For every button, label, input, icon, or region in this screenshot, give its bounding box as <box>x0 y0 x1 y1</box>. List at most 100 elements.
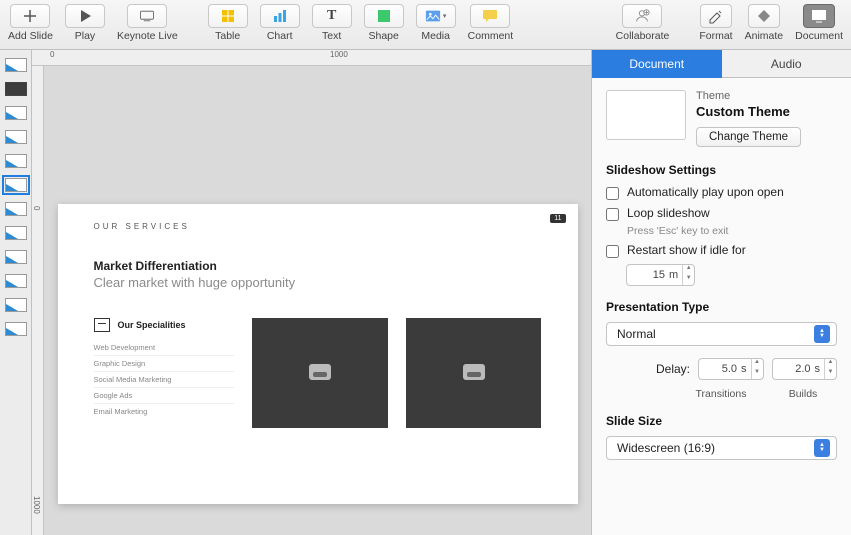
tab-document[interactable]: Document <box>592 50 722 78</box>
theme-label: Theme <box>696 90 801 102</box>
image-placeholder[interactable] <box>252 318 388 428</box>
auto-play-checkbox[interactable] <box>606 187 619 200</box>
slide[interactable]: OUR SERVICES 11 Market Differentiation C… <box>58 204 578 504</box>
animate-button[interactable]: Animate <box>745 4 784 42</box>
play-button[interactable]: Play <box>65 4 105 42</box>
slide-thumb[interactable] <box>5 130 27 144</box>
list-item: Web Development <box>94 340 234 355</box>
keynote-live-label: Keynote Live <box>117 30 178 42</box>
shape-button[interactable]: Shape <box>364 4 404 42</box>
image-icon <box>463 364 485 380</box>
specialities-heading: Our Specialities <box>118 320 186 330</box>
image-placeholder[interactable] <box>406 318 542 428</box>
idle-time-input[interactable] <box>627 269 669 281</box>
image-icon <box>309 364 331 380</box>
list-item: Graphic Design <box>94 355 234 371</box>
add-slide-button[interactable]: Add Slide <box>8 4 53 42</box>
media-label: Media <box>421 30 450 42</box>
slide-thumb-selected[interactable] <box>5 178 27 192</box>
tab-audio[interactable]: Audio <box>722 50 851 78</box>
format-button[interactable]: Format <box>699 4 732 42</box>
slide-thumb[interactable] <box>5 202 27 216</box>
text-button[interactable]: T Text <box>312 4 352 42</box>
builds-caption: Builds <box>789 388 818 400</box>
table-button[interactable]: Table <box>208 4 248 42</box>
presentation-type-value: Normal <box>617 327 656 341</box>
shape-label: Shape <box>368 30 398 42</box>
auto-play-label: Automatically play upon open <box>627 185 784 199</box>
list-item: Email Marketing <box>94 403 234 419</box>
comment-label: Comment <box>468 30 514 42</box>
comment-button[interactable]: Comment <box>468 4 514 42</box>
theme-name: Custom Theme <box>696 104 801 119</box>
document-label: Document <box>795 30 843 42</box>
slide-subtitle: Clear market with huge opportunity <box>94 275 542 290</box>
slide-eyebrow: OUR SERVICES <box>94 222 542 231</box>
idle-time-stepper[interactable]: m ▲▼ <box>626 264 695 286</box>
keynote-live-button[interactable]: Keynote Live <box>117 4 178 42</box>
format-label: Format <box>699 30 732 42</box>
slide-thumb[interactable] <box>5 274 27 288</box>
text-label: Text <box>322 30 341 42</box>
loop-checkbox-row[interactable]: Loop slideshow <box>606 206 837 221</box>
chart-label: Chart <box>267 30 293 42</box>
restart-idle-checkbox-row[interactable]: Restart show if idle for <box>606 243 837 258</box>
slide-size-value: Widescreen (16:9) <box>617 441 715 455</box>
presentation-type-select[interactable]: Normal ▲▼ <box>606 322 837 346</box>
slide-thumb[interactable] <box>5 226 27 240</box>
slideshow-settings-heading: Slideshow Settings <box>606 163 837 177</box>
slide-thumb[interactable] <box>5 250 27 264</box>
transitions-caption: Transitions <box>696 388 747 400</box>
dropdown-arrows-icon: ▲▼ <box>814 439 830 457</box>
slide-size-select[interactable]: Widescreen (16:9) ▲▼ <box>606 436 837 460</box>
slide-title: Market Differentiation <box>94 259 542 273</box>
ruler-vertical: 0 1000 <box>32 66 44 535</box>
inspector: Document Audio Theme Custom Theme Change… <box>591 50 851 535</box>
transitions-delay-input[interactable] <box>699 363 741 375</box>
specialities-list: Web Development Graphic Design Social Me… <box>94 340 234 419</box>
table-label: Table <box>215 30 240 42</box>
ruler-tick: 1000 <box>32 496 40 514</box>
presentation-type-heading: Presentation Type <box>606 300 837 314</box>
transitions-delay-stepper[interactable]: s ▲▼ <box>698 358 764 380</box>
builds-delay-input[interactable] <box>773 363 815 375</box>
list-item: Social Media Marketing <box>94 371 234 387</box>
stepper-arrows-icon[interactable]: ▲▼ <box>751 359 763 379</box>
ruler-tick: 0 <box>32 206 41 210</box>
slide-size-heading: Slide Size <box>606 414 837 428</box>
list-item: Google Ads <box>94 387 234 403</box>
document-button[interactable]: Document <box>795 4 843 42</box>
delay-label: Delay: <box>656 362 690 376</box>
media-button[interactable]: ▾ Media <box>416 4 456 42</box>
slide-thumb[interactable] <box>5 322 27 336</box>
slide-thumb[interactable] <box>5 106 27 120</box>
restart-idle-checkbox[interactable] <box>606 245 619 258</box>
stepper-arrows-icon[interactable]: ▲▼ <box>682 265 694 285</box>
animate-label: Animate <box>745 30 784 42</box>
unit-label: s <box>741 363 751 375</box>
collaborate-label: Collaborate <box>616 30 670 42</box>
toolbar: Add Slide Play Keynote Live Table Chart … <box>0 0 851 50</box>
loop-hint: Press 'Esc' key to exit <box>627 225 837 237</box>
restart-idle-label: Restart show if idle for <box>627 243 746 257</box>
stage[interactable]: OUR SERVICES 11 Market Differentiation C… <box>44 66 591 535</box>
chart-button[interactable]: Chart <box>260 4 300 42</box>
unit-label: s <box>815 363 825 375</box>
slide-thumb[interactable] <box>5 82 27 96</box>
builds-delay-stepper[interactable]: s ▲▼ <box>772 358 838 380</box>
ruler-horizontal: 0 1000 <box>32 50 591 66</box>
change-theme-button[interactable]: Change Theme <box>696 127 801 147</box>
collaborate-button[interactable]: Collaborate <box>616 4 670 42</box>
slide-thumb[interactable] <box>5 298 27 312</box>
ruler-tick: 1000 <box>330 50 348 59</box>
slide-navigator[interactable] <box>0 50 32 535</box>
slide-number-badge: 11 <box>550 214 565 223</box>
slide-thumb[interactable] <box>5 154 27 168</box>
loop-checkbox[interactable] <box>606 208 619 221</box>
slide-thumb[interactable] <box>5 58 27 72</box>
loop-label: Loop slideshow <box>627 206 710 220</box>
auto-play-checkbox-row[interactable]: Automatically play upon open <box>606 185 837 200</box>
idle-time-unit: m <box>669 269 682 281</box>
canvas[interactable]: 0 1000 0 1000 OUR SERVICES 11 Market Dif… <box>32 50 591 535</box>
stepper-arrows-icon[interactable]: ▲▼ <box>824 359 836 379</box>
